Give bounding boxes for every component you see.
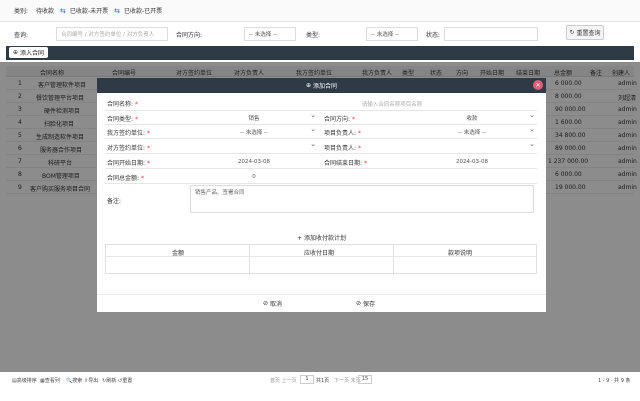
payment-plan-table: 金额 应收付日期 款项说明 <box>105 244 537 275</box>
direction-label: 合同方向: <box>176 31 203 39</box>
close-icon[interactable]: ✕ <box>533 80 543 90</box>
contract-type-select[interactable]: 销售 <box>190 111 318 123</box>
page-prev[interactable]: 首页 上一页 <box>270 377 297 384</box>
plus-icon: ⊕ <box>13 49 19 56</box>
end-date-label: 合同结束日期: * <box>324 160 367 167</box>
page-next[interactable]: 下一页 末页 <box>334 377 361 384</box>
total-amount-input[interactable]: 0 <box>190 171 318 182</box>
modal-footer: ⊘ 取消 ⊘ 保存 <box>97 294 546 312</box>
filter-opt-paid-unbilled[interactable]: ⇆ 已收款-未开票 <box>60 6 108 16</box>
their-unit-label: 对方签约单位: * <box>107 145 150 152</box>
check-icon: ⊘ <box>356 300 362 307</box>
contract-dir-select[interactable]: 收款 <box>407 111 537 123</box>
toolbar <box>6 46 634 60</box>
add-circle-icon: ⊕ <box>305 82 311 89</box>
project-lead-label: 项目负责人: * <box>324 130 361 137</box>
direction-select[interactable]: -- 未选择 -- <box>244 27 296 41</box>
start-date-label: 合同开始日期: * <box>107 160 150 167</box>
their-unit-select[interactable] <box>190 140 318 152</box>
project-lead-select[interactable]: -- 未选择 -- <box>407 125 537 137</box>
add-contract-button[interactable]: ⊕ 添入合同 <box>9 47 49 58</box>
search-input[interactable]: 合同编号 / 对方签约单位 / 对方负责人 <box>56 27 168 41</box>
query-label: 查询: <box>14 31 29 39</box>
cancel-button[interactable]: ⊘ 取消 <box>263 298 282 309</box>
page-size-select[interactable]: 15 <box>358 375 372 384</box>
cancel-icon: ⊘ <box>263 300 269 307</box>
modal-title: 添加合同 <box>313 83 338 90</box>
note-label: 备注: <box>107 198 122 205</box>
filter-label: 类别: <box>14 8 29 15</box>
view-cols-button[interactable]: ▦查看列 <box>40 377 60 384</box>
type-label: 类型: <box>306 31 321 39</box>
export-button[interactable]: ⇪导出 <box>84 377 98 384</box>
reset-button[interactable]: ↺重置 <box>118 377 132 384</box>
footer-bar: ▤高级排序 ▦查看列 🔍搜索 ⇪导出 ↻刷新 ↺重置 首页 上一页 1 共1页 … <box>0 372 640 390</box>
page-total: 共1页 <box>316 378 330 384</box>
save-button[interactable]: ⊘ 保存 <box>356 298 375 309</box>
note-textarea[interactable]: 销售产品、签署合同 <box>190 185 534 213</box>
filter-opt-pending[interactable]: 待收款 <box>36 6 54 15</box>
their-lead-label: 项目负责人: * <box>324 145 361 152</box>
add-contract-modal: ⊕ 添加合同 ✕ 合同名称: * 请输入合同名称项目名称 合同类型: * 销售 … <box>97 78 546 312</box>
adv-sort-button[interactable]: ▤高级排序 <box>12 377 37 384</box>
our-unit-label: 我方签约单位: * <box>107 130 150 137</box>
contract-dir-label: 合同方向: * <box>324 116 355 123</box>
filter-bar: 类别: 待收款 ⇆ 已收款-未开票 ⇆ 已收款-已开票 <box>0 0 640 22</box>
start-date-input[interactable]: 2024-03-08 <box>190 156 318 167</box>
their-lead-select[interactable] <box>407 140 537 152</box>
page-input[interactable]: 1 <box>300 375 314 384</box>
our-unit-select[interactable]: -- 未选择 -- <box>190 125 318 137</box>
status-label: 状态: <box>426 31 441 39</box>
reset-query-button[interactable]: ↻ 重置查询 <box>566 25 604 40</box>
search-button[interactable]: 🔍搜索 <box>66 377 82 384</box>
swap-icon: ⇆ <box>60 6 66 15</box>
contract-type-label: 合同类型: * <box>107 116 138 123</box>
swap-icon: ⇆ <box>114 6 120 15</box>
add-payment-plan-button[interactable]: + 添加收付款计划 <box>97 233 546 242</box>
filter-opt-paid-billed[interactable]: ⇆ 已收款-已开票 <box>114 6 162 16</box>
contract-name-label: 合同名称: * <box>107 101 138 108</box>
refresh-icon: ↻ <box>569 29 575 36</box>
range-info: 1 - 9 · 共 9 条 <box>598 378 631 384</box>
contract-name-input[interactable]: 请输入合同名称项目名称 <box>247 98 537 109</box>
status-select[interactable] <box>444 27 538 41</box>
type-select[interactable]: -- 未选择 -- <box>366 27 418 41</box>
total-amount-label: 合同总金额: * <box>107 175 144 182</box>
modal-header: ⊕ 添加合同 ✕ <box>97 78 546 93</box>
query-bar: 查询: 合同编号 / 对方签约单位 / 对方负责人 合同方向: -- 未选择 -… <box>0 24 640 44</box>
refresh-button[interactable]: ↻刷新 <box>102 377 116 384</box>
end-date-input[interactable]: 2024-03-08 <box>407 156 537 167</box>
